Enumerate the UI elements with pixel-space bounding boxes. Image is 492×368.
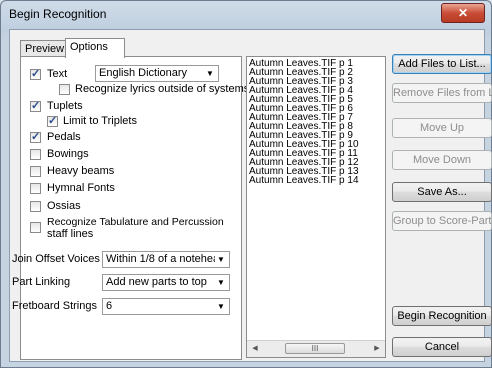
- add-files-button[interactable]: Add Files to List...: [392, 54, 492, 74]
- move-down-button[interactable]: Move Down: [392, 150, 492, 170]
- fretboard-strings-select[interactable]: 6 ▼: [102, 298, 230, 315]
- part-linking-value: Add new parts to top: [106, 276, 207, 288]
- file-list[interactable]: Autumn Leaves.TIF p 1 Autumn Leaves.TIF …: [246, 56, 386, 358]
- join-offset-voices-label: Join Offset Voices: [12, 253, 100, 265]
- hymnal-fonts-label: Hymnal Fonts: [47, 182, 115, 194]
- fretboard-strings-label: Fretboard Strings: [12, 300, 97, 312]
- chevron-down-icon: ▼: [215, 299, 227, 314]
- bowings-label: Bowings: [47, 148, 89, 160]
- text-checkbox[interactable]: [30, 67, 41, 80]
- limit-triplets-label: Limit to Triplets: [63, 115, 137, 127]
- dictionary-value: English Dictionary: [99, 67, 188, 79]
- part-linking-label: Part Linking: [12, 276, 71, 288]
- pedals-checkbox[interactable]: [30, 130, 41, 143]
- recognize-lyrics-label: Recognize lyrics outside of systems: [75, 83, 250, 95]
- limit-triplets-checkbox[interactable]: [47, 114, 58, 127]
- chevron-down-icon: ▼: [204, 66, 216, 81]
- hymnal-fonts-checkbox[interactable]: [30, 183, 41, 194]
- horizontal-scrollbar[interactable]: ◀ III ▶: [247, 340, 385, 357]
- heavy-beams-checkbox[interactable]: [30, 166, 41, 177]
- tabulature-label-line1: Recognize Tabulature and Percussion: [47, 216, 224, 228]
- dialog-body: Preview Options Text English Dictionary …: [9, 29, 492, 362]
- bowings-checkbox[interactable]: [30, 149, 41, 160]
- scrollbar-grip: III: [311, 344, 319, 353]
- file-list-items: Autumn Leaves.TIF p 1 Autumn Leaves.TIF …: [247, 57, 385, 186]
- list-item[interactable]: Autumn Leaves.TIF p 14: [247, 176, 385, 186]
- title-bar[interactable]: Begin Recognition ✕: [1, 1, 491, 29]
- pedals-label: Pedals: [47, 131, 81, 143]
- arrow-left-icon[interactable]: ◀: [249, 343, 261, 355]
- chevron-down-icon: ▼: [215, 252, 227, 267]
- tuplets-checkbox[interactable]: [30, 99, 41, 112]
- dictionary-select[interactable]: English Dictionary ▼: [95, 65, 219, 82]
- ossias-checkbox[interactable]: [30, 201, 41, 212]
- ossias-label: Ossias: [47, 200, 81, 212]
- begin-recognition-dialog: Begin Recognition ✕ Preview Options Text…: [0, 0, 492, 368]
- tabulature-label-line2: staff lines: [47, 228, 94, 240]
- join-offset-voices-select[interactable]: Within 1/8 of a notehea ▼: [102, 251, 230, 268]
- arrow-right-icon[interactable]: ▶: [371, 343, 383, 355]
- text-label: Text: [47, 68, 68, 80]
- save-as-button[interactable]: Save As...: [392, 182, 492, 202]
- heavy-beams-label: Heavy beams: [47, 165, 115, 177]
- fretboard-strings-value: 6: [106, 300, 113, 312]
- part-linking-select[interactable]: Add new parts to top ▼: [102, 274, 230, 291]
- tuplets-label: Tuplets: [47, 100, 83, 112]
- join-offset-voices-value: Within 1/8 of a notehea: [106, 253, 220, 265]
- tab-options[interactable]: Options: [65, 38, 125, 58]
- remove-files-button[interactable]: Remove Files from List: [392, 83, 492, 103]
- close-button[interactable]: ✕: [441, 3, 485, 23]
- group-to-score-part-button[interactable]: Group to Score-Part...: [392, 211, 492, 231]
- close-icon: ✕: [457, 6, 469, 20]
- scrollbar-thumb[interactable]: III: [285, 343, 345, 354]
- cancel-button[interactable]: Cancel: [392, 337, 492, 357]
- chevron-down-icon: ▼: [215, 275, 227, 290]
- tabulature-checkbox[interactable]: [30, 222, 41, 233]
- recognize-lyrics-checkbox[interactable]: [59, 84, 70, 95]
- begin-recognition-button[interactable]: Begin Recognition: [392, 306, 492, 326]
- move-up-button[interactable]: Move Up: [392, 118, 492, 138]
- window-title: Begin Recognition: [9, 7, 107, 21]
